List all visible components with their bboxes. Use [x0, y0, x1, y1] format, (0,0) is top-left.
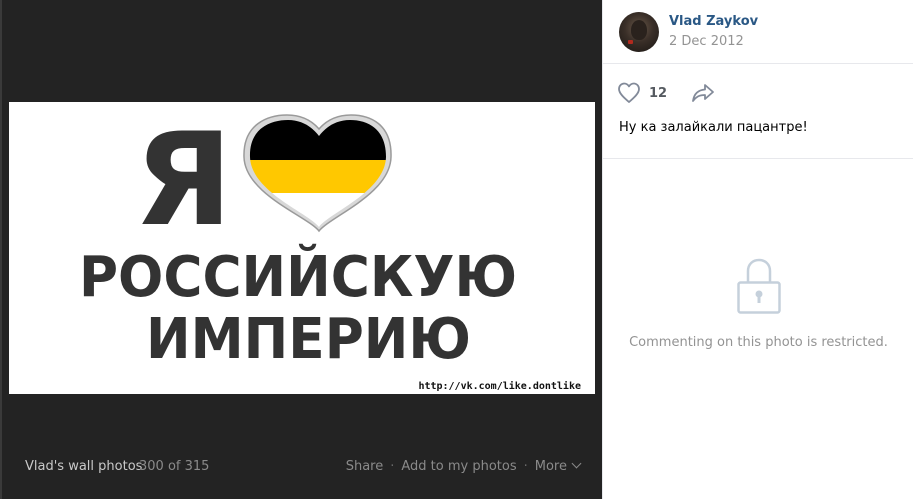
avatar-detail: [628, 40, 633, 44]
photo[interactable]: Я РОССИЙСКУЮ ИМПЕРИЮ http://vk.com/like.…: [9, 102, 595, 394]
separator-dot: ·: [523, 459, 528, 474]
comments-area: Commenting on this photo is restricted.: [603, 158, 913, 499]
photo-actions: Share · Add to my photos · More: [346, 458, 582, 474]
avatar[interactable]: [619, 12, 659, 52]
more-label: More: [534, 459, 567, 474]
photo-bottom-bar: Vlad's wall photos 300 of 315 Share · Ad…: [0, 447, 602, 499]
photo-line-1: РОССИЙСКУЮ: [79, 244, 517, 310]
author-header: Vlad Zaykov 2 Dec 2012: [603, 0, 913, 64]
share-button[interactable]: [691, 82, 715, 108]
separator-dot: ·: [390, 459, 395, 474]
like-button[interactable]: 12: [617, 82, 667, 104]
viewer-edge: [0, 0, 2, 499]
post-date[interactable]: 2 Dec 2012: [669, 34, 744, 49]
photo-sidebar: Vlad Zaykov 2 Dec 2012 12 Ну ка залайкал…: [602, 0, 913, 499]
photo-counter: 300 of 315: [139, 459, 210, 474]
heart-outline-icon: [618, 82, 640, 103]
avatar-face: [631, 20, 647, 40]
author-name-link[interactable]: Vlad Zaykov: [669, 14, 758, 29]
photo-watermark: http://vk.com/like.dontlike: [418, 380, 581, 392]
add-to-my-photos-link[interactable]: Add to my photos: [401, 459, 516, 474]
album-title-link[interactable]: Vlad's wall photos: [25, 459, 142, 474]
photo-line-2: ИМПЕРИЮ: [146, 307, 471, 372]
like-count: 12: [649, 85, 668, 101]
share-arrow-icon: [692, 84, 714, 102]
photo-pane: Я РОССИЙСКУЮ ИМПЕРИЮ http://vk.com/like.…: [0, 0, 602, 499]
share-link[interactable]: Share: [346, 459, 384, 474]
imperial-flag-heart: [243, 114, 392, 233]
lock-icon: [737, 258, 781, 314]
photo-viewer: Я РОССИЙСКУЮ ИМПЕРИЮ http://vk.com/like.…: [0, 0, 913, 499]
headline-letter: Я: [134, 106, 233, 255]
more-menu-button[interactable]: More: [534, 458, 582, 474]
chevron-down-icon: [571, 458, 582, 469]
photo-caption: Ну ка залайкали пацантре!: [619, 120, 808, 135]
comments-restricted-message: Commenting on this photo is restricted.: [629, 335, 888, 350]
reactions-bar: 12: [603, 64, 913, 114]
